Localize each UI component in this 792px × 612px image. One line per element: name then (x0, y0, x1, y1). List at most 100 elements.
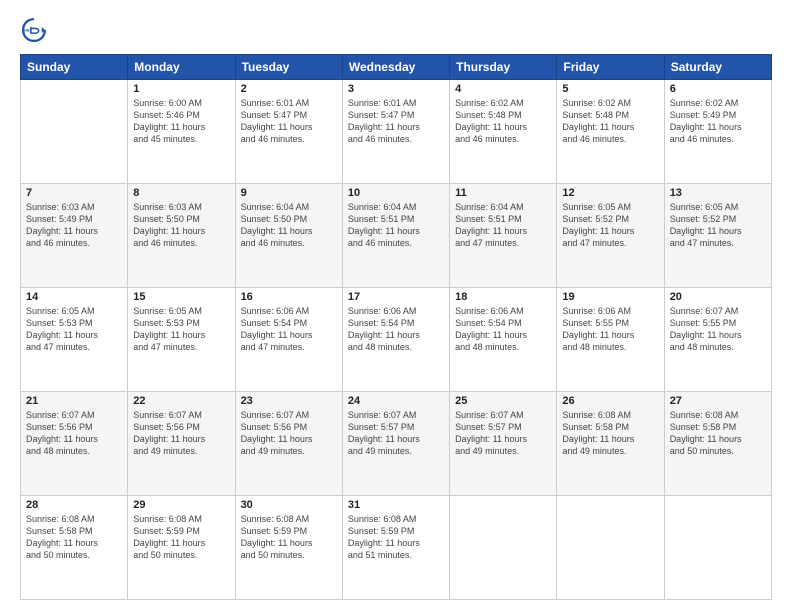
day-number: 17 (348, 291, 444, 303)
day-number: 16 (241, 291, 337, 303)
weekday-header-tuesday: Tuesday (235, 55, 342, 80)
day-number: 18 (455, 291, 551, 303)
day-info: Sunrise: 6:04 AM Sunset: 5:51 PM Dayligh… (348, 201, 444, 250)
day-number: 23 (241, 395, 337, 407)
calendar-cell: 24Sunrise: 6:07 AM Sunset: 5:57 PM Dayli… (342, 392, 449, 496)
day-number: 9 (241, 187, 337, 199)
day-number: 13 (670, 187, 766, 199)
weekday-header-sunday: Sunday (21, 55, 128, 80)
calendar-cell: 20Sunrise: 6:07 AM Sunset: 5:55 PM Dayli… (664, 288, 771, 392)
day-info: Sunrise: 6:05 AM Sunset: 5:52 PM Dayligh… (562, 201, 658, 250)
day-info: Sunrise: 6:02 AM Sunset: 5:49 PM Dayligh… (670, 97, 766, 146)
calendar-cell: 5 Sunrise: 6:02 AM Sunset: 5:48 PM Daylig… (557, 80, 664, 184)
day-info: Sunrise: 6:01 AM Sunset: 5:47 PM Dayligh… (348, 97, 444, 146)
day-info: Sunrise: 6:08 AM Sunset: 5:59 PM Dayligh… (133, 513, 229, 562)
day-number: 12 (562, 187, 658, 199)
weekday-header-thursday: Thursday (450, 55, 557, 80)
day-number: 5 (562, 83, 658, 95)
day-info: Sunrise: 6:06 AM Sunset: 5:55 PM Dayligh… (562, 305, 658, 354)
day-info: Sunrise: 6:08 AM Sunset: 5:58 PM Dayligh… (670, 409, 766, 458)
day-info: Sunrise: 6:04 AM Sunset: 5:51 PM Dayligh… (455, 201, 551, 250)
calendar-cell (450, 496, 557, 600)
day-info: Sunrise: 6:01 AM Sunset: 5:47 PM Dayligh… (241, 97, 337, 146)
day-info: Sunrise: 6:00 AM Sunset: 5:46 PM Dayligh… (133, 97, 229, 146)
calendar-cell: 17 Sunrise: 6:06 AM Sunset: 5:54 PM Dayli… (342, 288, 449, 392)
day-number: 21 (26, 395, 122, 407)
calendar-cell (557, 496, 664, 600)
day-number: 15 (133, 291, 229, 303)
day-number: 25 (455, 395, 551, 407)
day-info: Sunrise: 6:08 AM Sunset: 5:59 PM Dayligh… (348, 513, 444, 562)
calendar-cell: 4Sunrise: 6:02 AM Sunset: 5:48 PM Daylig… (450, 80, 557, 184)
header: GB (20, 16, 772, 44)
calendar-cell: 6Sunrise: 6:02 AM Sunset: 5:49 PM Daylig… (664, 80, 771, 184)
week-row-4: 21 Sunrise: 6:07 AM Sunset: 5:56 PM Dayli… (21, 392, 772, 496)
day-info: Sunrise: 6:08 AM Sunset: 5:58 PM Dayligh… (562, 409, 658, 458)
logo-icon: GB (20, 16, 48, 44)
day-number: 1 (133, 83, 229, 95)
calendar-cell: 15 Sunrise: 6:05 AM Sunset: 5:53 PM Dayli… (128, 288, 235, 392)
page: GB SundayMondayTuesdayWednesdayThursdayF… (0, 0, 792, 612)
day-info: Sunrise: 6:06 AM Sunset: 5:54 PM Dayligh… (348, 305, 444, 354)
day-number: 31 (348, 499, 444, 511)
day-number: 30 (241, 499, 337, 511)
weekday-header-monday: Monday (128, 55, 235, 80)
day-info: Sunrise: 6:08 AM Sunset: 5:59 PM Dayligh… (241, 513, 337, 562)
day-number: 22 (133, 395, 229, 407)
svg-text:GB: GB (24, 28, 30, 33)
calendar-cell: 16 Sunrise: 6:06 AM Sunset: 5:54 PM Dayli… (235, 288, 342, 392)
calendar-cell: 12 Sunrise: 6:05 AM Sunset: 5:52 PM Dayli… (557, 184, 664, 288)
day-number: 19 (562, 291, 658, 303)
calendar-cell: 26 Sunrise: 6:08 AM Sunset: 5:58 PM Dayli… (557, 392, 664, 496)
day-info: Sunrise: 6:06 AM Sunset: 5:54 PM Dayligh… (241, 305, 337, 354)
weekday-row: SundayMondayTuesdayWednesdayThursdayFrid… (21, 55, 772, 80)
day-info: Sunrise: 6:06 AM Sunset: 5:54 PM Dayligh… (455, 305, 551, 354)
day-info: Sunrise: 6:04 AM Sunset: 5:50 PM Dayligh… (241, 201, 337, 250)
day-number: 11 (455, 187, 551, 199)
calendar-cell: 11 Sunrise: 6:04 AM Sunset: 5:51 PM Dayli… (450, 184, 557, 288)
day-number: 10 (348, 187, 444, 199)
calendar-cell: 28 Sunrise: 6:08 AM Sunset: 5:58 PM Dayli… (21, 496, 128, 600)
calendar-cell: 1 Sunrise: 6:00 AM Sunset: 5:46 PM Daylig… (128, 80, 235, 184)
day-info: Sunrise: 6:07 AM Sunset: 5:56 PM Dayligh… (133, 409, 229, 458)
calendar-header: SundayMondayTuesdayWednesdayThursdayFrid… (21, 55, 772, 80)
calendar-cell: 19 Sunrise: 6:06 AM Sunset: 5:55 PM Dayli… (557, 288, 664, 392)
day-number: 8 (133, 187, 229, 199)
day-number: 24 (348, 395, 444, 407)
calendar-cell: 23Sunrise: 6:07 AM Sunset: 5:56 PM Dayli… (235, 392, 342, 496)
calendar-table: SundayMondayTuesdayWednesdayThursdayFrid… (20, 54, 772, 600)
calendar-cell: 27 Sunrise: 6:08 AM Sunset: 5:58 PM Dayli… (664, 392, 771, 496)
week-row-1: 1 Sunrise: 6:00 AM Sunset: 5:46 PM Daylig… (21, 80, 772, 184)
logo: GB (20, 16, 52, 44)
week-row-2: 7Sunrise: 6:03 AM Sunset: 5:49 PM Daylig… (21, 184, 772, 288)
day-info: Sunrise: 6:07 AM Sunset: 5:56 PM Dayligh… (26, 409, 122, 458)
day-number: 28 (26, 499, 122, 511)
calendar-cell: 2Sunrise: 6:01 AM Sunset: 5:47 PM Daylig… (235, 80, 342, 184)
day-info: Sunrise: 6:08 AM Sunset: 5:58 PM Dayligh… (26, 513, 122, 562)
calendar-cell (21, 80, 128, 184)
day-info: Sunrise: 6:05 AM Sunset: 5:53 PM Dayligh… (26, 305, 122, 354)
day-info: Sunrise: 6:05 AM Sunset: 5:53 PM Dayligh… (133, 305, 229, 354)
day-info: Sunrise: 6:02 AM Sunset: 5:48 PM Dayligh… (562, 97, 658, 146)
weekday-header-wednesday: Wednesday (342, 55, 449, 80)
calendar-cell: 3 Sunrise: 6:01 AM Sunset: 5:47 PM Daylig… (342, 80, 449, 184)
calendar-cell: 31 Sunrise: 6:08 AM Sunset: 5:59 PM Dayli… (342, 496, 449, 600)
day-number: 3 (348, 83, 444, 95)
weekday-header-saturday: Saturday (664, 55, 771, 80)
calendar-cell: 29 Sunrise: 6:08 AM Sunset: 5:59 PM Dayli… (128, 496, 235, 600)
day-number: 29 (133, 499, 229, 511)
day-info: Sunrise: 6:03 AM Sunset: 5:50 PM Dayligh… (133, 201, 229, 250)
calendar-cell: 14Sunrise: 6:05 AM Sunset: 5:53 PM Dayli… (21, 288, 128, 392)
calendar-cell: 21 Sunrise: 6:07 AM Sunset: 5:56 PM Dayli… (21, 392, 128, 496)
calendar-cell: 22 Sunrise: 6:07 AM Sunset: 5:56 PM Dayli… (128, 392, 235, 496)
weekday-header-friday: Friday (557, 55, 664, 80)
day-info: Sunrise: 6:07 AM Sunset: 5:57 PM Dayligh… (455, 409, 551, 458)
day-number: 20 (670, 291, 766, 303)
calendar-cell: 18 Sunrise: 6:06 AM Sunset: 5:54 PM Dayli… (450, 288, 557, 392)
day-info: Sunrise: 6:05 AM Sunset: 5:52 PM Dayligh… (670, 201, 766, 250)
day-number: 27 (670, 395, 766, 407)
day-info: Sunrise: 6:02 AM Sunset: 5:48 PM Dayligh… (455, 97, 551, 146)
day-number: 26 (562, 395, 658, 407)
calendar-cell: 30 Sunrise: 6:08 AM Sunset: 5:59 PM Dayli… (235, 496, 342, 600)
calendar-cell: 8 Sunrise: 6:03 AM Sunset: 5:50 PM Daylig… (128, 184, 235, 288)
